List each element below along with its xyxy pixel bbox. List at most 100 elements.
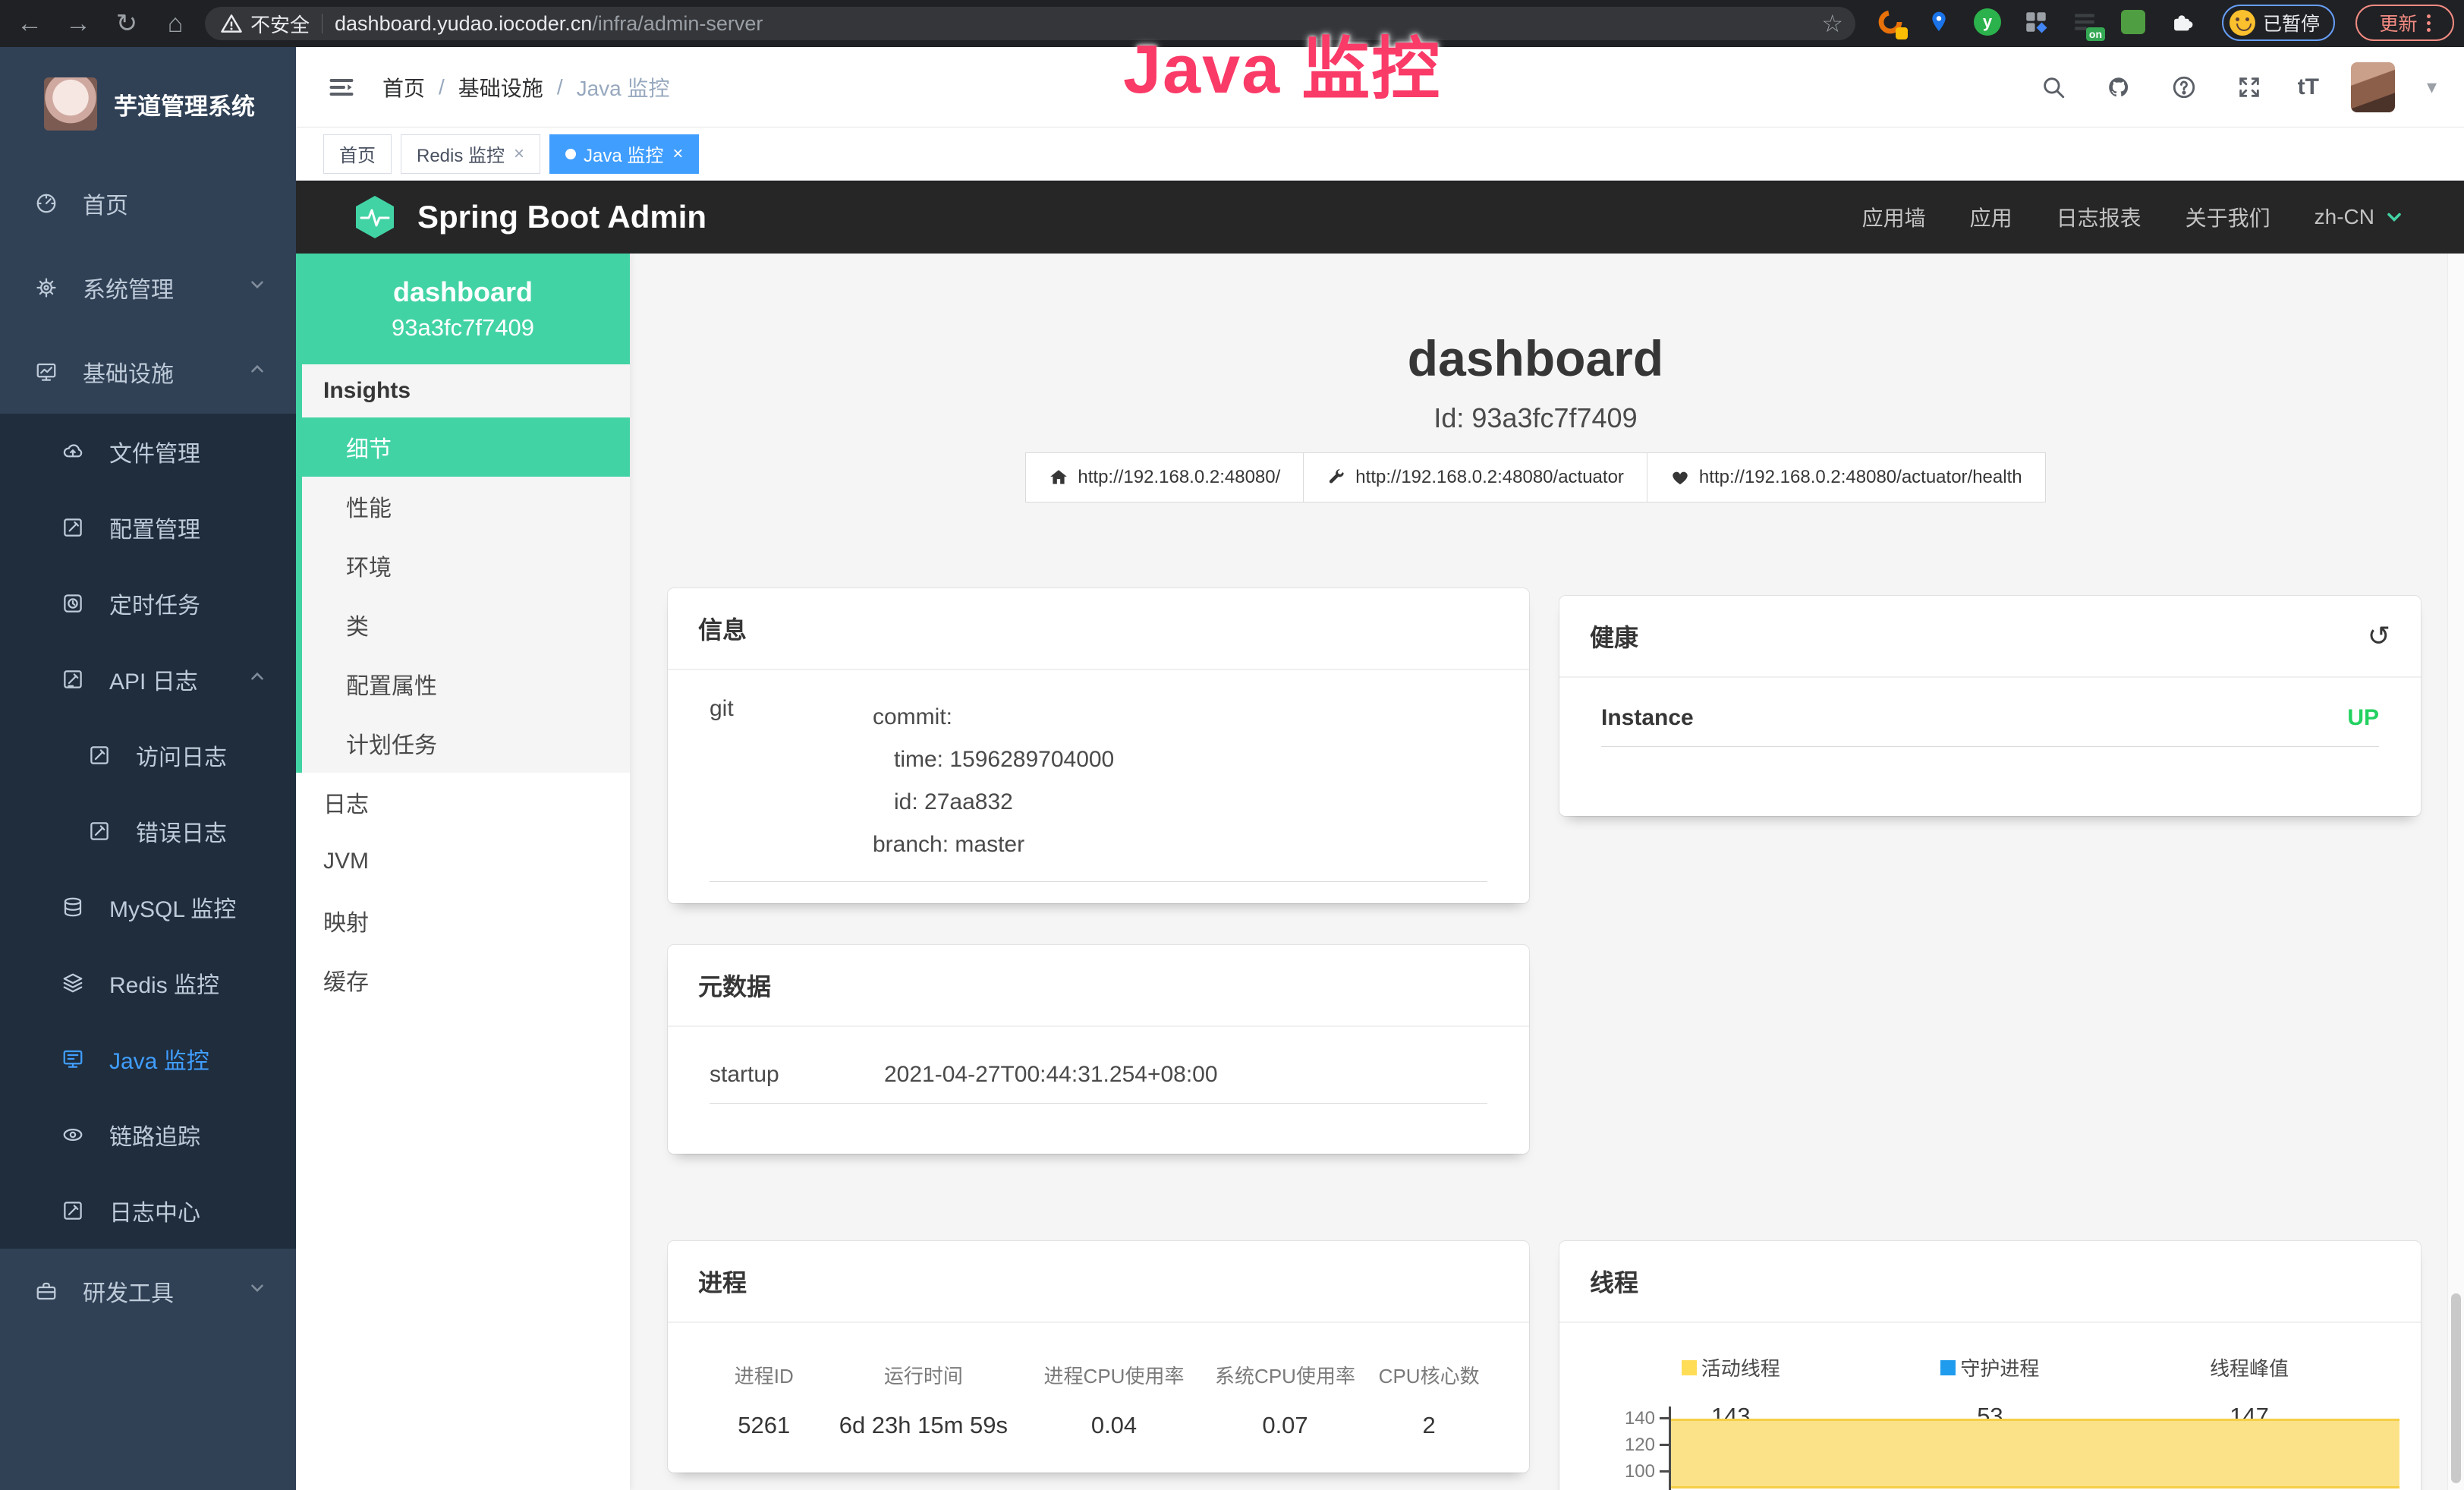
browser-back-button[interactable]: ← [11,5,49,43]
browser-forward-button[interactable]: → [59,5,97,43]
bookmark-star-icon[interactable]: ☆ [1821,9,1843,38]
sba-menu-jvm[interactable]: JVM [296,832,630,891]
process-table: 进程ID5261 运行时间6d 23h 15m 59s 进程CPU使用率0.04… [710,1361,1487,1439]
sba-nav-wallboard[interactable]: 应用墙 [1862,202,1926,232]
sba-nav-applications[interactable]: 应用 [1970,202,2012,232]
security-chip[interactable]: 不安全 [220,10,310,38]
help-icon[interactable] [2167,71,2201,104]
actuator-url-button[interactable]: http://192.168.0.2:48080/actuator [1304,452,1647,502]
sidebar-item-redis-monitor[interactable]: Redis 监控 [0,945,296,1021]
sidebar-item-infra[interactable]: 基础设施 [0,329,296,414]
sidebar-item-trace[interactable]: 链路追踪 [0,1097,296,1173]
fullscreen-icon[interactable] [2233,71,2266,104]
breadcrumb-home[interactable]: 首页 [382,72,425,102]
sidebar-item-java-monitor[interactable]: Java 监控 [0,1021,296,1097]
sidebar-item-access-log[interactable]: 访问日志 [0,717,296,793]
sidebar-item-file-manage[interactable]: 文件管理 [0,414,296,490]
instance-header[interactable]: dashboard 93a3fc7f7409 [296,254,630,364]
sidebar-item-system[interactable]: 系统管理 [0,245,296,329]
log-edit-icon [87,743,112,767]
breadcrumb-infra[interactable]: 基础设施 [458,72,543,102]
page-title: dashboard [630,329,2441,387]
paused-label: 已暂停 [2263,9,2320,36]
profile-paused-chip[interactable]: 已暂停 [2222,5,2335,41]
tag-redis-monitor[interactable]: Redis 监控 × [401,134,540,174]
sba-menu-caches[interactable]: 缓存 [296,950,630,1010]
sidebar-item-log-center[interactable]: 日志中心 [0,1173,296,1249]
sba-nav-about[interactable]: 关于我们 [2186,202,2270,232]
threads-card: 线程 活动线程 143 [1559,1241,2421,1490]
health-instance-row: Instance UP [1601,685,2379,731]
java-monitor-icon [61,1047,85,1071]
extension-icon-green[interactable] [2117,6,2149,38]
active-dot [565,149,576,159]
sidebar-item-api-log[interactable]: API 日志 [0,641,296,717]
extension-icon-puzzle[interactable] [2166,6,2198,38]
metadata-card-title: 元数据 [698,968,771,1003]
extension-icon-list-on[interactable]: on [2069,6,2101,38]
sba-brand[interactable]: Spring Boot Admin [351,193,706,241]
chevron-down-icon [247,1278,267,1304]
breadcrumb-current: Java 监控 [577,72,670,102]
sba-menu-mappings[interactable]: 映射 [296,891,630,950]
browser-update-menu-button[interactable]: 更新 [2355,5,2454,41]
sba-language-select[interactable]: zh-CN [2315,205,2405,229]
hamburger-icon[interactable] [325,72,358,102]
user-avatar[interactable] [2351,62,2395,112]
monitor-chart-icon [34,360,58,384]
extension-icon-y[interactable]: y [1972,6,2003,38]
sba-nav-journal[interactable]: 日志报表 [2056,202,2141,232]
sidebar-item-config-manage[interactable]: 配置管理 [0,490,296,565]
sba-menu-metrics[interactable]: 性能 [302,477,630,536]
heartbeat-icon [1670,468,1690,487]
home-url-button[interactable]: http://192.168.0.2:48080/ [1025,452,1304,502]
sba-navbar: Spring Boot Admin 应用墙 应用 日志报表 关于我们 zh-CN [296,181,2464,254]
health-card-title: 健康 [1590,619,1638,654]
scrollbar-thumb[interactable] [2451,1293,2461,1483]
update-label: 更新 [2379,9,2417,36]
threads-chart: 140 120 100 [1613,1407,2399,1490]
threads-card-title: 线程 [1590,1264,1638,1299]
page-scrollbar[interactable] [2447,254,2464,1490]
extension-icon-pin[interactable] [1923,6,1955,38]
sidebar-item-dev-tools[interactable]: 研发工具 [0,1249,296,1333]
github-icon[interactable] [2102,71,2135,104]
history-icon[interactable]: ↺ [2368,620,2390,652]
sba-menu-details[interactable]: 细节 [302,417,630,477]
sidebar-item-home[interactable]: 首页 [0,161,296,245]
val-system-cpu: 0.07 [1200,1412,1371,1439]
font-size-icon[interactable]: tT [2298,74,2319,100]
app-logo-row[interactable]: 芋道管理系统 [0,47,296,161]
info-card-title: 信息 [698,611,747,646]
info-git-value: commit: time: 1596289704000 id: 27aa832 … [873,696,1487,866]
user-menu-caret-icon[interactable]: ▾ [2427,75,2437,99]
health-url-button[interactable]: http://192.168.0.2:48080/actuator/health [1647,452,2046,502]
tag-home[interactable]: 首页 [323,134,392,174]
sidebar-item-scheduled-job[interactable]: 定时任务 [0,565,296,641]
sba-menu-logs[interactable]: 日志 [296,773,630,832]
tag-java-monitor[interactable]: Java 监控 × [549,134,699,174]
close-icon[interactable]: × [514,143,524,165]
sba-menu-config-props[interactable]: 配置属性 [302,654,630,713]
extension-icon-grid[interactable] [2020,6,2052,38]
sba-nav-links: 应用墙 应用 日志报表 关于我们 zh-CN [1862,202,2405,232]
address-bar[interactable]: 不安全 dashboard.yudao.iocoder.cn/infra/adm… [205,7,1855,40]
sidebar-item-mysql-monitor[interactable]: MySQL 监控 [0,869,296,945]
browser-home-button[interactable]: ⌂ [156,5,194,43]
sba-logo-icon [351,193,399,241]
page-subtitle: Id: 93a3fc7f7409 [630,402,2441,434]
sba-menu-classes[interactable]: 类 [302,595,630,654]
instance-id: 93a3fc7f7409 [392,314,534,342]
kebab-menu-icon [2427,14,2431,32]
sba-menu-scheduled-tasks[interactable]: 计划任务 [302,713,630,773]
log-edit-icon [61,1199,85,1223]
warning-icon [220,12,243,35]
database-icon [61,895,85,919]
search-icon[interactable] [2037,71,2070,104]
close-icon[interactable]: × [672,143,683,165]
browser-reload-button[interactable]: ↻ [108,5,146,43]
extension-icon-orange[interactable] [1874,6,1906,38]
live-threads-area-series [1671,1419,2399,1488]
sidebar-item-error-log[interactable]: 错误日志 [0,793,296,869]
sba-menu-environment[interactable]: 环境 [302,536,630,595]
